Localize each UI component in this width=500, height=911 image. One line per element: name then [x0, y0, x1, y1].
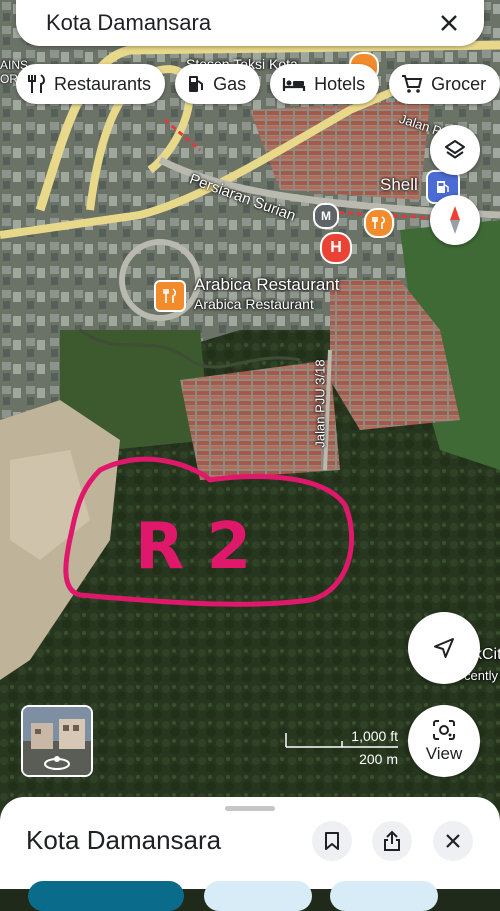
view-button[interactable]: View	[408, 705, 480, 777]
search-bar[interactable]: Kota Damansara	[16, 0, 484, 46]
compass-icon	[450, 206, 460, 234]
view-label: View	[425, 744, 463, 763]
hand-drawn-annotation: R 2	[63, 456, 354, 607]
map-scale: 1,000 ft 200 m	[282, 727, 402, 771]
map-label-jalan-pju: Jalan PJU 3/18	[312, 359, 328, 448]
bed-icon	[282, 75, 306, 93]
place-bottom-sheet[interactable]: Kota Damansara	[0, 797, 500, 911]
close-search-button[interactable]	[432, 6, 466, 40]
my-location-button[interactable]	[408, 612, 480, 684]
map-label-shell: Shell	[380, 175, 418, 194]
share-icon	[384, 830, 400, 851]
scale-imperial: 1,000 ft	[351, 728, 398, 744]
restaurant-marker-surian[interactable]	[364, 208, 394, 238]
action-chip[interactable]	[204, 881, 312, 911]
annotation-text: R 2	[135, 510, 251, 584]
metro-station-icon[interactable]: M	[313, 203, 339, 229]
search-query[interactable]: Kota Damansara	[46, 10, 211, 36]
chip-label: Hotels	[314, 73, 366, 94]
street-view-thumbnail[interactable]	[21, 705, 93, 777]
compass-button[interactable]	[430, 195, 480, 245]
chip-groceries[interactable]: Grocer	[389, 64, 500, 104]
action-chip[interactable]	[330, 881, 438, 911]
hospital-marker[interactable]: H	[320, 232, 352, 264]
save-button[interactable]	[312, 821, 352, 861]
chip-label: Grocer	[431, 73, 487, 94]
chip-label: Gas	[213, 73, 247, 94]
chip-restaurants[interactable]: Restaurants	[16, 64, 166, 104]
place-title: Kota Damansara	[26, 825, 222, 855]
navigation-arrow-icon	[434, 638, 454, 658]
lens-camera-icon	[433, 720, 455, 740]
close-sheet-button[interactable]	[433, 821, 473, 861]
sheet-drag-handle[interactable]	[225, 806, 275, 811]
close-icon	[446, 834, 460, 848]
chip-label: Restaurants	[54, 73, 152, 94]
scale-metric: 200 m	[359, 751, 398, 767]
chip-hotels[interactable]: Hotels	[270, 64, 380, 104]
gas-pump-icon	[187, 74, 205, 94]
category-chips: Restaurants Gas Hotels Grocer	[16, 64, 500, 104]
bookmark-icon	[325, 832, 339, 850]
layers-icon	[445, 140, 465, 159]
map-label-arabica-restaurant: Arabica Restaurant	[194, 275, 340, 294]
restaurant-marker-arabica[interactable]	[154, 280, 186, 312]
cart-icon	[401, 74, 423, 94]
share-button[interactable]	[372, 821, 412, 861]
map-label-arabica-restaurant-sub: Arabica Restaurant	[194, 296, 314, 312]
chip-gas[interactable]: Gas	[175, 64, 261, 104]
directions-button[interactable]	[28, 881, 184, 911]
fork-knife-icon	[28, 74, 46, 94]
layers-button[interactable]	[430, 125, 480, 175]
close-icon	[441, 15, 457, 31]
